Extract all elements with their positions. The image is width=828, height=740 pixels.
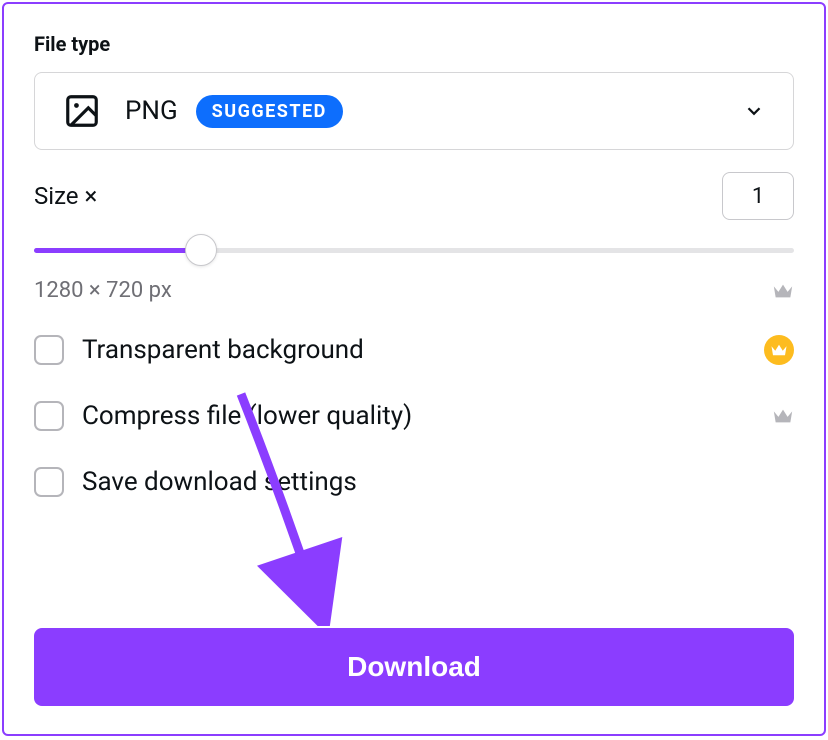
size-row: Size × xyxy=(34,172,794,220)
file-type-label: PNG xyxy=(125,96,178,126)
size-label: Size × xyxy=(34,182,97,210)
crown-icon xyxy=(770,343,788,357)
size-multiplier-input[interactable] xyxy=(722,172,794,220)
transparent-bg-row: Transparent background xyxy=(34,335,794,365)
save-settings-row: Save download settings xyxy=(34,467,794,497)
file-type-dropdown[interactable]: PNG SUGGESTED xyxy=(34,72,794,150)
compress-checkbox[interactable] xyxy=(34,401,64,431)
save-settings-checkbox[interactable] xyxy=(34,467,64,497)
pro-badge-gold xyxy=(764,335,794,365)
compress-label: Compress file (lower quality) xyxy=(82,401,772,431)
size-slider[interactable] xyxy=(34,234,794,266)
download-panel: File type PNG SUGGESTED Size × 1280 × 72… xyxy=(2,2,826,736)
crown-icon xyxy=(772,282,794,300)
image-icon xyxy=(63,92,101,130)
suggested-badge: SUGGESTED xyxy=(196,95,343,128)
dimensions-text: 1280 × 720 px xyxy=(34,278,172,303)
file-type-heading: File type xyxy=(34,32,794,56)
chevron-down-icon xyxy=(743,100,765,122)
slider-thumb[interactable] xyxy=(185,234,217,266)
transparent-bg-label: Transparent background xyxy=(82,335,764,365)
crown-icon xyxy=(772,407,794,425)
download-button[interactable]: Download xyxy=(34,628,794,706)
save-settings-label: Save download settings xyxy=(82,467,794,497)
dimensions-row: 1280 × 720 px xyxy=(34,278,794,303)
compress-row: Compress file (lower quality) xyxy=(34,401,794,431)
transparent-bg-checkbox[interactable] xyxy=(34,335,64,365)
